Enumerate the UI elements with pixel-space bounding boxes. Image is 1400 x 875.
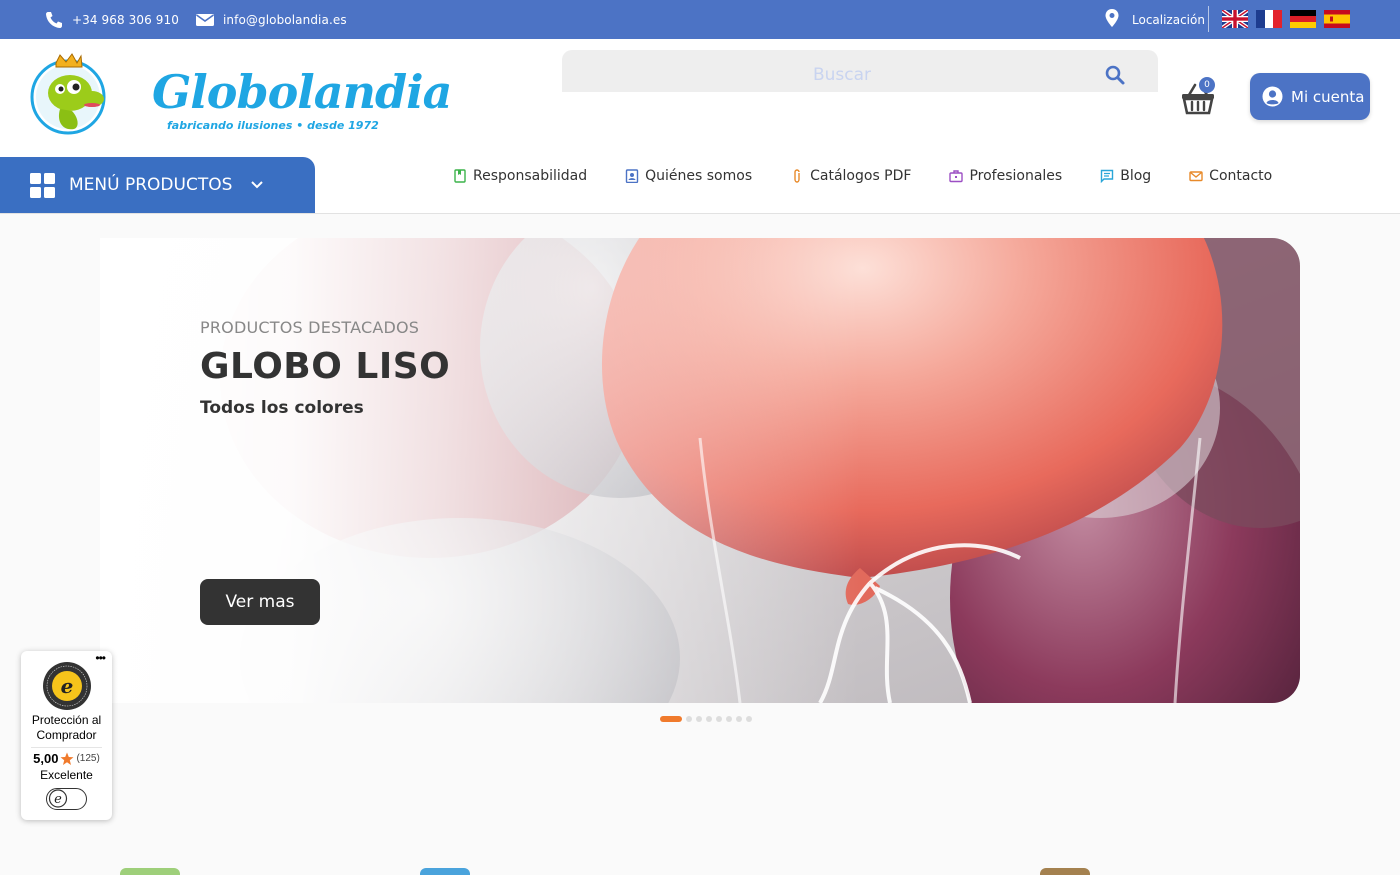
- top-bar: +34 968 306 910 info@globolandia.es Loca…: [0, 0, 1400, 39]
- cart-count-badge: 0: [1199, 77, 1215, 93]
- slider-dot[interactable]: [746, 716, 752, 722]
- search-bar: [562, 50, 1158, 92]
- site-header: Globolandia fabricando ilusiones • desde…: [0, 39, 1400, 214]
- mascot-logo-icon: [30, 53, 106, 135]
- phone-icon: [44, 10, 64, 30]
- main-nav: Responsabilidad Quiénes somos Catálogos …: [453, 163, 1310, 189]
- nav-item-contacto[interactable]: Contacto: [1189, 168, 1272, 184]
- nav-item-blog[interactable]: Blog: [1100, 168, 1151, 184]
- category-thumb-blue[interactable]: [420, 868, 470, 875]
- slider-dot-active[interactable]: [660, 716, 682, 722]
- map-pin-icon: [1104, 8, 1120, 31]
- divider: [1208, 6, 1209, 32]
- products-menu-button[interactable]: MENÚ PRODUCTOS: [0, 157, 315, 213]
- logo-tagline: fabricando ilusiones • desde 1972: [167, 119, 379, 132]
- nav-item-responsabilidad[interactable]: Responsabilidad: [453, 168, 587, 184]
- category-thumb-brown[interactable]: [1040, 868, 1090, 875]
- category-thumb-green[interactable]: [120, 868, 180, 875]
- nav-label: Quiénes somos: [645, 168, 753, 184]
- slider-dot[interactable]: [686, 716, 692, 722]
- nav-label: Catálogos PDF: [810, 168, 912, 184]
- more-options-icon[interactable]: •••: [95, 651, 106, 665]
- site-logo[interactable]: Globolandia fabricando ilusiones • desde…: [30, 53, 452, 139]
- buyer-protection-label: Protección al Comprador: [31, 713, 102, 742]
- location-label: Localización: [1132, 12, 1205, 27]
- star-icon: [60, 752, 74, 765]
- review-count: (125): [76, 753, 100, 764]
- hero-kicker: PRODUCTOS DESTACADOS: [200, 318, 420, 337]
- flag-uk-icon[interactable]: [1222, 10, 1248, 28]
- trusted-shops-badge[interactable]: ••• e Protección al Comprador 5,00 (125)…: [21, 651, 112, 820]
- slider-dot[interactable]: [696, 716, 702, 722]
- trusted-e-icon: e: [48, 789, 68, 808]
- hero-subtitle: Todos los colores: [200, 398, 364, 418]
- search-input[interactable]: [562, 50, 1122, 92]
- contact-info: +34 968 306 910 info@globolandia.es: [44, 0, 355, 39]
- account-button[interactable]: Mi cuenta: [1250, 73, 1370, 120]
- nav-label: Contacto: [1209, 168, 1273, 184]
- envelope-icon: [195, 10, 215, 30]
- nav-item-catalogos-pdf[interactable]: Catálogos PDF: [790, 168, 911, 184]
- paperclip-icon: [794, 169, 800, 183]
- slider-dot[interactable]: [726, 716, 732, 722]
- nav-item-quienes-somos[interactable]: Quiénes somos: [625, 168, 752, 184]
- slider-pagination: [660, 716, 752, 722]
- email-link[interactable]: info@globolandia.es: [223, 13, 347, 27]
- account-label: Mi cuenta: [1291, 87, 1365, 106]
- slider-dot[interactable]: [736, 716, 742, 722]
- phone-link[interactable]: +34 968 306 910: [72, 13, 179, 27]
- svg-text:e: e: [61, 674, 74, 698]
- nav-label: Blog: [1120, 168, 1152, 184]
- logo-wordmark: Globolandia: [152, 65, 452, 119]
- user-icon: [1262, 86, 1283, 107]
- trusted-shops-seal-icon: e: [43, 662, 91, 710]
- chevron-down-icon: [251, 181, 264, 189]
- flag-de-icon[interactable]: [1290, 10, 1316, 28]
- slider-dot[interactable]: [706, 716, 712, 722]
- id-card-icon: [625, 169, 639, 183]
- briefcase-icon: [949, 170, 964, 183]
- slider-dot[interactable]: [716, 716, 722, 722]
- comment-icon: [1101, 169, 1114, 183]
- language-selector: [1222, 10, 1350, 28]
- nav-label: Profesionales: [969, 168, 1063, 184]
- hero-title: GLOBO LISO: [200, 346, 451, 387]
- nav-label: Responsabilidad: [473, 168, 588, 184]
- hero-slide: PRODUCTOS DESTACADOS GLOBO LISO Todos lo…: [100, 238, 1300, 703]
- rating-grade: Excelente: [40, 768, 93, 782]
- grid-icon: [30, 172, 55, 198]
- svg-text:e: e: [54, 792, 62, 807]
- book-icon: [454, 169, 466, 183]
- rating-summary: 5,00 (125): [21, 751, 112, 766]
- envelope-icon: [1189, 171, 1203, 182]
- flag-fr-icon[interactable]: [1256, 10, 1282, 28]
- search-icon[interactable]: [1104, 64, 1126, 86]
- location-link[interactable]: Localización: [1104, 0, 1205, 39]
- nav-item-profesionales[interactable]: Profesionales: [949, 168, 1062, 184]
- hero-overlay: [100, 238, 860, 703]
- products-menu-label: MENÚ PRODUCTOS: [69, 175, 233, 195]
- view-more-button[interactable]: Ver mas: [200, 579, 320, 625]
- divider: [31, 747, 102, 748]
- trusted-shops-toggle[interactable]: e: [46, 788, 87, 810]
- flag-es-icon[interactable]: [1324, 10, 1350, 28]
- rating-score: 5,00: [33, 751, 59, 766]
